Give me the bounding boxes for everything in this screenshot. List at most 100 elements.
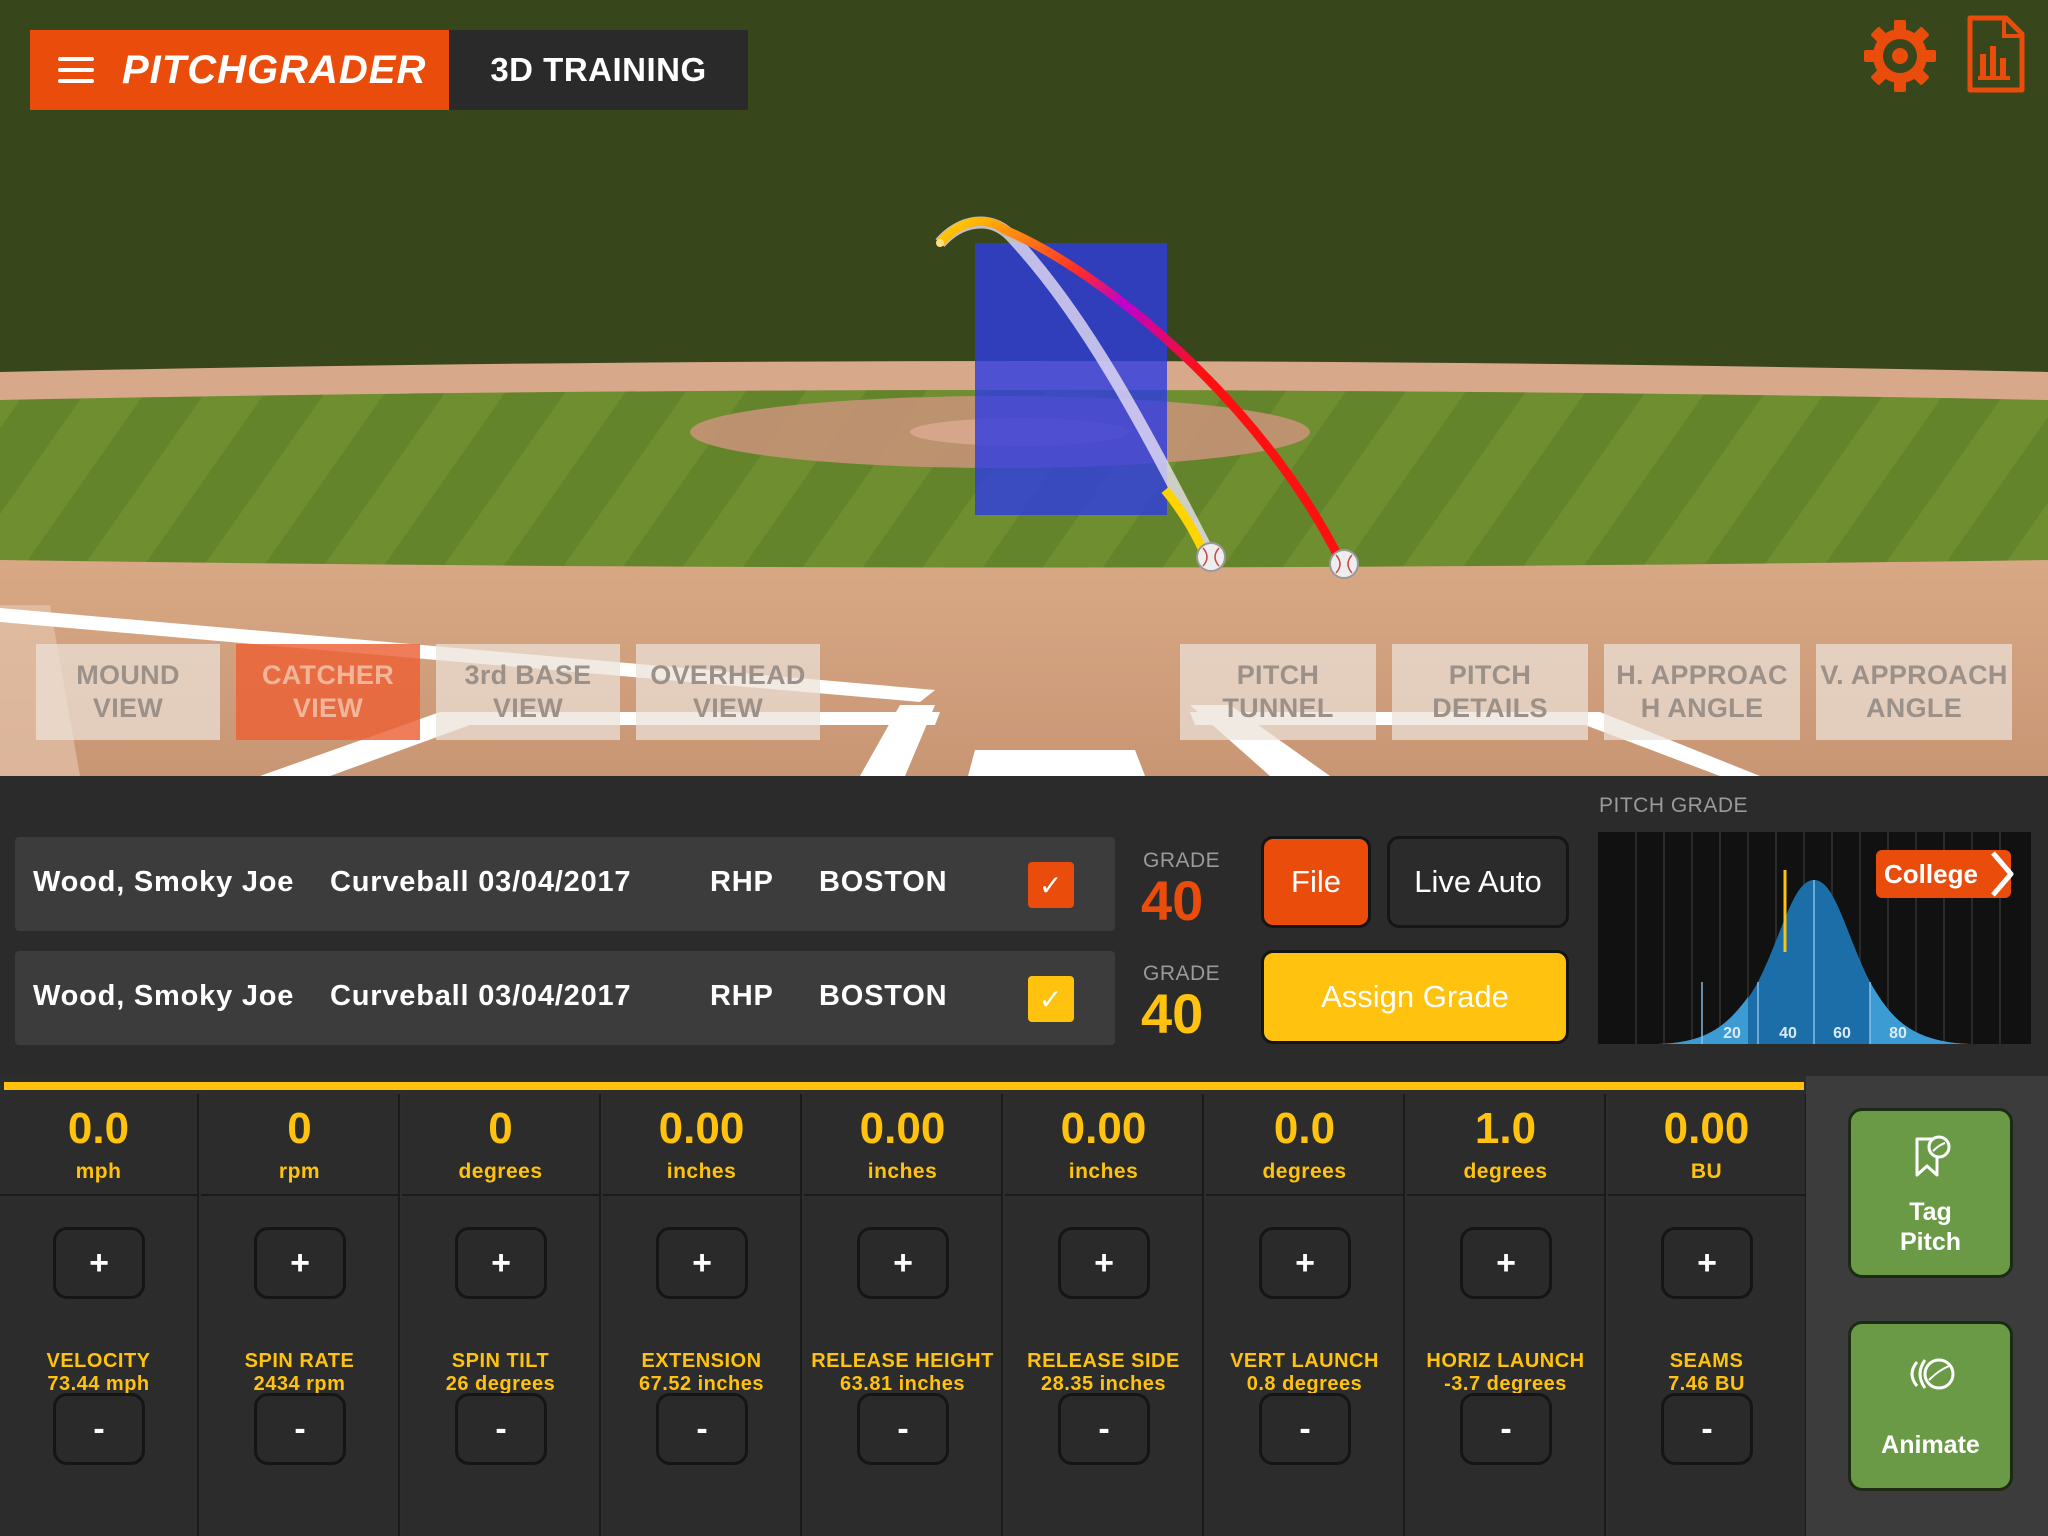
pitch-checkbox-2[interactable]: ✓ xyxy=(1028,976,1074,1022)
metric-value: 0.0 xyxy=(67,1104,130,1153)
metric-value: 0.00 xyxy=(658,1104,745,1153)
view-button-overhead[interactable]: OVERHEAD VIEW xyxy=(636,644,820,740)
metric-name: SEAMS xyxy=(1669,1350,1744,1372)
increment-button[interactable]: + xyxy=(1058,1227,1150,1299)
metric-unit: degrees xyxy=(1262,1160,1347,1183)
grade-value-1: 40 xyxy=(1141,869,1204,932)
button-label: TUNNEL xyxy=(1222,693,1334,723)
player-name: Wood, Smoky Joe xyxy=(33,866,295,898)
metric-value: 0.00 xyxy=(859,1104,946,1153)
increment-button[interactable]: + xyxy=(1259,1227,1351,1299)
field-3d-scene[interactable]: PITCHGRADER 3D TRAINING MOUND VIEW CATCH… xyxy=(0,0,2048,776)
metric-unit: degrees xyxy=(1463,1160,1548,1183)
metric-unit: inches xyxy=(666,1160,737,1183)
tag-pitch-label: Tag xyxy=(1909,1198,1952,1226)
strike-zone xyxy=(975,243,1167,515)
screen-title: 3D TRAINING xyxy=(449,30,748,110)
animate-label: Animate xyxy=(1881,1431,1980,1459)
decrement-button[interactable]: - xyxy=(1661,1393,1753,1465)
view-label: OVERHEAD xyxy=(650,660,806,690)
metric-name: VELOCITY xyxy=(46,1350,151,1372)
view-label: CATCHER xyxy=(261,660,395,690)
increment-button[interactable]: + xyxy=(857,1227,949,1299)
button-label: V. APPROACH xyxy=(1820,660,2008,690)
metric-spin-rate: 0 rpm + SPIN RATE 2434 rpm - xyxy=(201,1094,400,1536)
brand-logo-text: PITCHGRADER xyxy=(122,47,427,92)
metric-release-side: 0.00 inches + RELEASE SIDE 28.35 inches - xyxy=(1005,1094,1204,1536)
pitch-info-panel: Wood, Smoky Joe Curveball 03/04/2017 RHP… xyxy=(0,776,2048,1076)
decrement-button[interactable]: - xyxy=(254,1393,346,1465)
metric-name: EXTENSION xyxy=(641,1350,762,1372)
grade-tick-label: 40 xyxy=(1779,1025,1797,1042)
metric-value: 0.00 xyxy=(1060,1104,1147,1153)
view-label: MOUND xyxy=(76,660,180,690)
metric-unit: degrees xyxy=(458,1160,543,1183)
level-selector-button[interactable]: College xyxy=(1876,850,2014,898)
view-label: VIEW xyxy=(492,693,564,723)
player-name: Wood, Smoky Joe xyxy=(33,980,295,1012)
increment-button[interactable]: + xyxy=(1460,1227,1552,1299)
hamburger-icon xyxy=(58,57,94,83)
team-name: BOSTON xyxy=(819,980,948,1012)
pitch-tunnel-button[interactable]: PITCH TUNNEL xyxy=(1180,644,1376,740)
metric-name: RELEASE SIDE xyxy=(1027,1350,1180,1372)
metrics-divider xyxy=(4,1082,1804,1090)
menu-button[interactable]: PITCHGRADER xyxy=(30,30,449,110)
metric-value: 0.00 xyxy=(1663,1104,1750,1153)
metric-velocity: 0.0 mph + VELOCITY 73.44 mph - xyxy=(0,1094,199,1536)
increment-button[interactable]: + xyxy=(1661,1227,1753,1299)
button-label: DETAILS xyxy=(1432,693,1548,723)
view-label: 3rd BASE xyxy=(464,660,592,690)
assign-grade-button[interactable]: Assign Grade xyxy=(1261,950,1569,1044)
decrement-button[interactable]: - xyxy=(656,1393,748,1465)
increment-button[interactable]: + xyxy=(455,1227,547,1299)
view-label: VIEW xyxy=(692,693,764,723)
button-label: H ANGLE xyxy=(1640,693,1764,723)
baseball-2 xyxy=(1196,542,1226,572)
horizontal-approach-angle-button[interactable]: H. APPROAC H ANGLE xyxy=(1604,644,1800,740)
increment-button[interactable]: + xyxy=(254,1227,346,1299)
metric-extension: 0.00 inches + EXTENSION 67.52 inches - xyxy=(603,1094,802,1536)
decrement-button[interactable]: - xyxy=(857,1393,949,1465)
metric-name: SPIN TILT xyxy=(451,1350,550,1372)
animate-button[interactable]: Animate xyxy=(1848,1321,2013,1491)
decrement-button[interactable]: - xyxy=(1058,1393,1150,1465)
metric-value: 0 xyxy=(488,1104,513,1153)
decrement-button[interactable]: - xyxy=(455,1393,547,1465)
pitch-row-2[interactable]: Wood, Smoky Joe Curveball 03/04/2017 RHP… xyxy=(15,951,1115,1045)
live-auto-button[interactable]: Live Auto xyxy=(1387,836,1569,928)
metric-spin-tilt: 0 degrees + SPIN TILT 26 degrees - xyxy=(402,1094,601,1536)
decrement-button[interactable]: - xyxy=(1259,1393,1351,1465)
view-button-catcher[interactable]: CATCHER VIEW xyxy=(236,644,420,740)
metric-horiz-launch: 1.0 degrees + HORIZ LAUNCH -3.7 degrees - xyxy=(1407,1094,1606,1536)
file-button[interactable]: File xyxy=(1261,836,1371,928)
increment-button[interactable]: + xyxy=(656,1227,748,1299)
grade-tick-label: 60 xyxy=(1833,1025,1851,1042)
metric-name: HORIZ LAUNCH xyxy=(1426,1350,1585,1372)
decrement-button[interactable]: - xyxy=(1460,1393,1552,1465)
view-label: VIEW xyxy=(292,693,364,723)
view-button-third-base[interactable]: 3rd BASE VIEW xyxy=(436,644,620,740)
pitch-description: Curveball 03/04/2017 xyxy=(330,980,632,1012)
tag-bookmark-icon xyxy=(1915,1135,1951,1177)
pitch-details-button[interactable]: PITCH DETAILS xyxy=(1392,644,1588,740)
grade-tick-label: 20 xyxy=(1723,1025,1741,1042)
metric-unit: rpm xyxy=(278,1160,321,1183)
metric-seams: 0.00 BU + SEAMS 7.46 BU - xyxy=(1608,1094,1807,1536)
decrement-button[interactable]: - xyxy=(53,1393,145,1465)
grade-tick-label: 80 xyxy=(1889,1025,1907,1042)
pitch-row-1[interactable]: Wood, Smoky Joe Curveball 03/04/2017 RHP… xyxy=(15,837,1115,931)
tag-pitch-button[interactable]: Tag Pitch xyxy=(1848,1108,2013,1278)
pitch-motion-icon xyxy=(1910,1358,1955,1390)
chevron-right-icon xyxy=(1991,851,2014,897)
pitch-checkbox-1[interactable]: ✓ xyxy=(1028,862,1074,908)
level-label: College xyxy=(1884,858,1978,889)
pitch-grade-label: PITCH GRADE xyxy=(1599,794,1749,817)
vertical-approach-angle-button[interactable]: V. APPROACH ANGLE xyxy=(1816,644,2012,740)
button-label: ANGLE xyxy=(1866,693,1962,723)
metric-unit: mph xyxy=(75,1160,122,1183)
increment-button[interactable]: + xyxy=(53,1227,145,1299)
view-button-mound[interactable]: MOUND VIEW xyxy=(36,644,220,740)
team-name: BOSTON xyxy=(819,866,948,898)
metric-name: SPIN RATE xyxy=(244,1350,355,1372)
